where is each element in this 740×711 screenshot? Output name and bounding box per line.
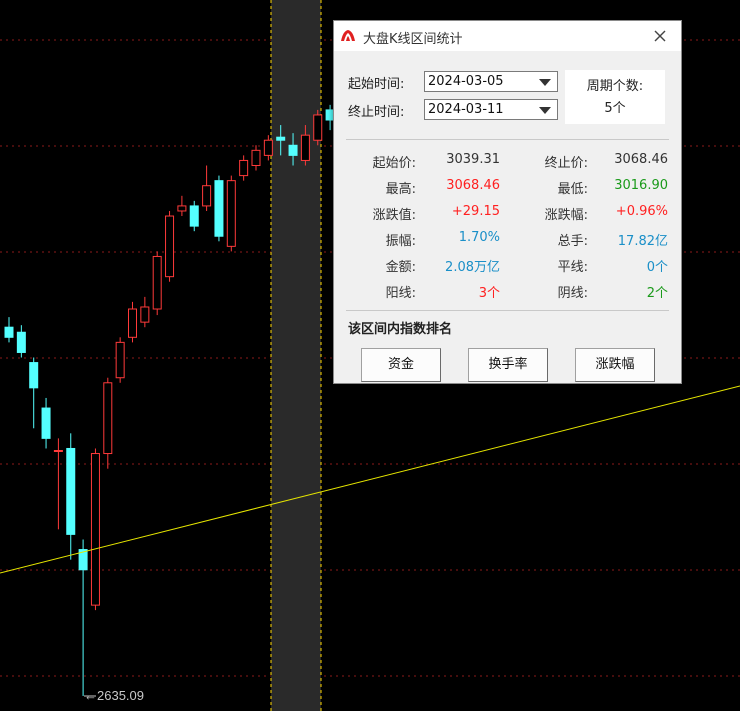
change-label: 涨跌值: — [372, 208, 416, 223]
candle-down — [29, 362, 39, 389]
start-time-label: 起始时间: — [348, 77, 405, 92]
down-count-label: 阴线: — [557, 286, 588, 301]
amplitude-label: 振幅: — [385, 234, 416, 249]
low-value: 3016.90 — [614, 178, 668, 193]
volume-label: 总手: — [557, 234, 588, 249]
down-count-value: 2个 — [646, 286, 668, 301]
candle-down — [66, 447, 76, 535]
candle-up — [177, 205, 187, 212]
selected-range-band — [271, 0, 321, 711]
candle-down — [41, 407, 51, 439]
candle-up — [165, 215, 175, 278]
end-time-label: 终止时间: — [348, 105, 405, 120]
candle-up — [239, 159, 249, 177]
turnover-ranking-button[interactable]: 换手率 — [468, 348, 548, 382]
candle-up — [300, 134, 310, 161]
close-price-value: 3068.46 — [614, 152, 668, 167]
candle-up — [115, 341, 125, 379]
candle-up — [103, 382, 113, 455]
ranking-section-title: 该区间内指数排名 — [348, 322, 453, 337]
period-count-label: 周期个数: — [586, 79, 644, 94]
close-price-label: 终止价: — [544, 156, 588, 171]
candle-up — [152, 255, 162, 310]
high-label: 最高: — [385, 182, 416, 197]
chevron-down-icon — [539, 107, 551, 114]
candle-down — [276, 136, 286, 141]
candle-up — [313, 114, 323, 141]
candle-down — [189, 205, 199, 227]
end-time-select[interactable]: 2024-03-11 — [424, 99, 558, 120]
open-price-value: 3039.31 — [446, 152, 500, 167]
high-value: 3068.46 — [446, 178, 500, 193]
candle-up — [226, 180, 236, 247]
candle-up — [53, 449, 63, 452]
up-count-value: 3个 — [478, 286, 500, 301]
change-pct-label: 涨跌幅: — [544, 208, 588, 223]
candle-up — [263, 139, 273, 156]
chevron-down-icon — [539, 79, 551, 86]
divider — [346, 139, 669, 140]
capital-ranking-button[interactable]: 资金 — [361, 348, 441, 382]
up-count-label: 阳线: — [385, 286, 416, 301]
open-price-label: 起始价: — [372, 156, 416, 171]
amplitude-value: 1.70% — [458, 230, 500, 245]
candle-down — [4, 326, 14, 338]
candle-up — [251, 149, 261, 166]
close-icon[interactable] — [651, 27, 669, 45]
period-count-box: 周期个数: 5个 — [565, 70, 665, 124]
app-logo-icon — [341, 30, 355, 41]
change-ranking-button[interactable]: 涨跌幅 — [575, 348, 655, 382]
flat-count-label: 平线: — [557, 260, 588, 275]
start-time-select[interactable]: 2024-03-05 — [424, 71, 558, 92]
candle-up — [90, 453, 100, 606]
dialog-titlebar[interactable]: 大盘K线区间统计 — [334, 21, 681, 51]
low-price-label: ←2635.09 — [84, 688, 144, 703]
change-pct-value: +0.96% — [615, 204, 668, 219]
divider — [346, 310, 669, 311]
interval-stats-dialog: 大盘K线区间统计 起始时间: 2024-03-05 终止时间: 2024-03-… — [333, 20, 682, 384]
candle-down — [16, 331, 26, 353]
amount-value: 2.08万亿 — [445, 260, 500, 275]
change-value: +29.15 — [451, 204, 500, 219]
candle-down — [214, 180, 224, 237]
dialog-title: 大盘K线区间统计 — [363, 32, 463, 47]
amount-label: 金额: — [385, 260, 416, 275]
flat-count-value: 0个 — [646, 260, 668, 275]
candle-down — [288, 144, 298, 156]
candle-up — [128, 308, 137, 338]
low-label: 最低: — [557, 182, 588, 197]
period-count-value: 5个 — [604, 101, 626, 116]
volume-value: 17.82亿 — [617, 234, 668, 249]
candle-up — [202, 185, 212, 207]
candle-up — [140, 306, 150, 323]
